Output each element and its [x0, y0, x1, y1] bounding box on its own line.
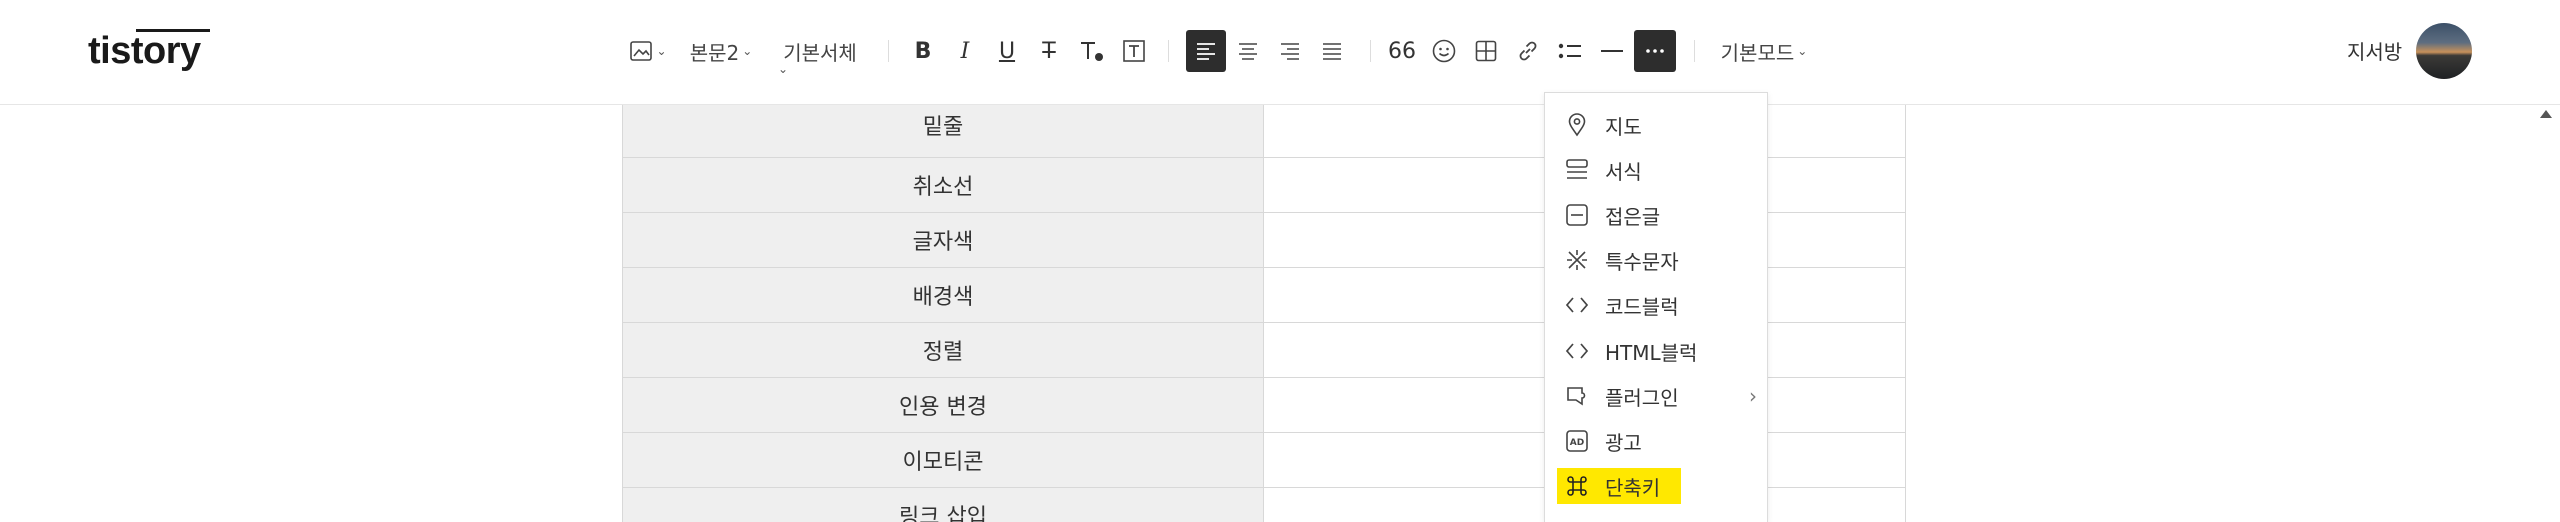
menu-item[interactable]: HTML블럭	[1557, 333, 1757, 369]
table-cell-key[interactable]: 인용 변경	[622, 377, 1264, 433]
menu-item-label: 플러그인	[1605, 385, 1679, 410]
menu-item-label: HTML블럭	[1605, 340, 1698, 365]
table-cell-key[interactable]: 정렬	[622, 322, 1264, 378]
table-button[interactable]	[1470, 30, 1502, 72]
menu-item[interactable]: 지도	[1557, 107, 1757, 143]
underline-icon: U	[998, 38, 1016, 64]
toolbar-divider	[1168, 40, 1169, 62]
toolbar-divider	[888, 40, 889, 62]
toolbar-divider	[1370, 40, 1371, 62]
menu-item-label: 단축키	[1605, 475, 1661, 500]
table-cell-key[interactable]: 배경색	[622, 267, 1264, 323]
chevron-down-icon: ⌄	[1797, 44, 1808, 58]
strikethrough-button[interactable]: T	[1034, 30, 1064, 72]
template-icon	[1563, 156, 1591, 184]
map-pin-icon	[1563, 111, 1591, 139]
link-icon	[1519, 41, 1537, 61]
menu-item[interactable]: 특수문자	[1557, 242, 1757, 278]
text-color-button[interactable]	[1076, 30, 1108, 72]
align-center-icon	[1239, 43, 1257, 60]
username[interactable]: 지서방	[2347, 36, 2402, 65]
horizontal-line-icon	[1601, 50, 1623, 52]
bold-button[interactable]: B	[908, 30, 938, 72]
editor-mode-select[interactable]: 기본모드 ⌄	[1714, 30, 1814, 72]
menu-item-label: 광고	[1605, 430, 1642, 455]
menu-item[interactable]: 플러그인 ›	[1557, 378, 1757, 414]
chevron-down-icon: ⌄	[742, 44, 753, 58]
quote-icon: 66	[1388, 38, 1416, 64]
list-button[interactable]	[1554, 30, 1586, 72]
editor-mode-label: 기본모드	[1720, 40, 1795, 65]
menu-item-label: 접은글	[1605, 204, 1661, 229]
more-menu: 지도서식접은글특수문자코드블럭 HTML블럭플러그인 › AD 광고단축키	[1544, 92, 1768, 522]
table-icon	[1475, 40, 1497, 62]
table-cell-key[interactable]: 링크 삽입	[622, 487, 1264, 522]
menu-item-label: 코드블럭	[1605, 294, 1679, 319]
chevron-down-icon: ⌄	[656, 44, 667, 58]
editor-toolbar: tistory ⌄ 본문2 ⌄ 기본서체 ⌄ B I U T 66 기본모드 ⌄…	[0, 0, 2560, 105]
menu-item-label: 지도	[1605, 114, 1642, 139]
quote-button[interactable]: 66	[1386, 30, 1418, 72]
code-icon	[1563, 291, 1591, 319]
smile-icon	[1432, 39, 1456, 63]
align-justify-icon	[1323, 43, 1341, 60]
special-char-icon	[1563, 246, 1591, 274]
image-icon	[630, 41, 653, 61]
avatar[interactable]	[2416, 23, 2472, 79]
align-left-button[interactable]	[1186, 30, 1226, 72]
command-icon	[1563, 472, 1591, 500]
editor-page: tistory ⌄ 본문2 ⌄ 기본서체 ⌄ B I U T 66 기본모드 ⌄…	[0, 0, 2560, 522]
ad-icon: AD	[1563, 427, 1591, 455]
divider-line-button[interactable]	[1596, 30, 1628, 72]
toolbar-divider	[1694, 40, 1695, 62]
align-right-icon	[1281, 43, 1299, 60]
text-color-icon	[1081, 42, 1103, 61]
menu-item[interactable]: 서식	[1557, 152, 1757, 188]
menu-item[interactable]: 접은글	[1557, 197, 1757, 233]
table-cell-key[interactable]: 글자색	[622, 212, 1264, 268]
scroll-up-arrow[interactable]	[2540, 110, 2552, 118]
menu-item[interactable]: AD 광고	[1557, 423, 1757, 459]
menu-item[interactable]: 단축키	[1557, 468, 1681, 504]
table-cell-key[interactable]: 이모티콘	[622, 432, 1264, 488]
svg-text:AD: AD	[1570, 438, 1584, 448]
paragraph-style-label: 본문2	[689, 40, 740, 65]
align-left-icon	[1197, 43, 1215, 60]
underline-button[interactable]: U	[992, 30, 1022, 72]
table-cell-key[interactable]: 취소선	[622, 157, 1264, 213]
align-justify-button[interactable]	[1312, 30, 1352, 72]
bold-icon: B	[914, 38, 932, 64]
paragraph-style-select[interactable]: 본문2 ⌄	[686, 30, 756, 72]
list-icon	[1558, 43, 1581, 59]
emoticon-button[interactable]	[1428, 30, 1460, 72]
insert-image-button[interactable]: ⌄	[626, 30, 670, 72]
more-button[interactable]	[1634, 30, 1676, 72]
fold-icon	[1563, 201, 1591, 229]
plugin-icon	[1563, 382, 1591, 410]
menu-item-label: 특수문자	[1605, 249, 1679, 274]
align-center-button[interactable]	[1228, 30, 1268, 72]
link-button[interactable]	[1512, 30, 1544, 72]
menu-item-label: 서식	[1605, 159, 1642, 184]
chevron-down-icon: ⌄	[778, 62, 789, 76]
tistory-logo[interactable]: tistory	[88, 30, 201, 73]
font-family-label: 기본서체	[783, 40, 857, 65]
background-color-button[interactable]	[1118, 30, 1150, 72]
more-icon	[1646, 49, 1664, 53]
italic-icon: I	[960, 38, 970, 64]
code-icon	[1563, 337, 1591, 365]
align-right-button[interactable]	[1270, 30, 1310, 72]
chevron-right-icon: ›	[1749, 384, 1757, 408]
italic-button[interactable]: I	[950, 30, 980, 72]
strikethrough-icon: T	[1042, 38, 1056, 64]
menu-item[interactable]: 코드블럭	[1557, 287, 1757, 323]
background-color-icon	[1123, 40, 1145, 62]
